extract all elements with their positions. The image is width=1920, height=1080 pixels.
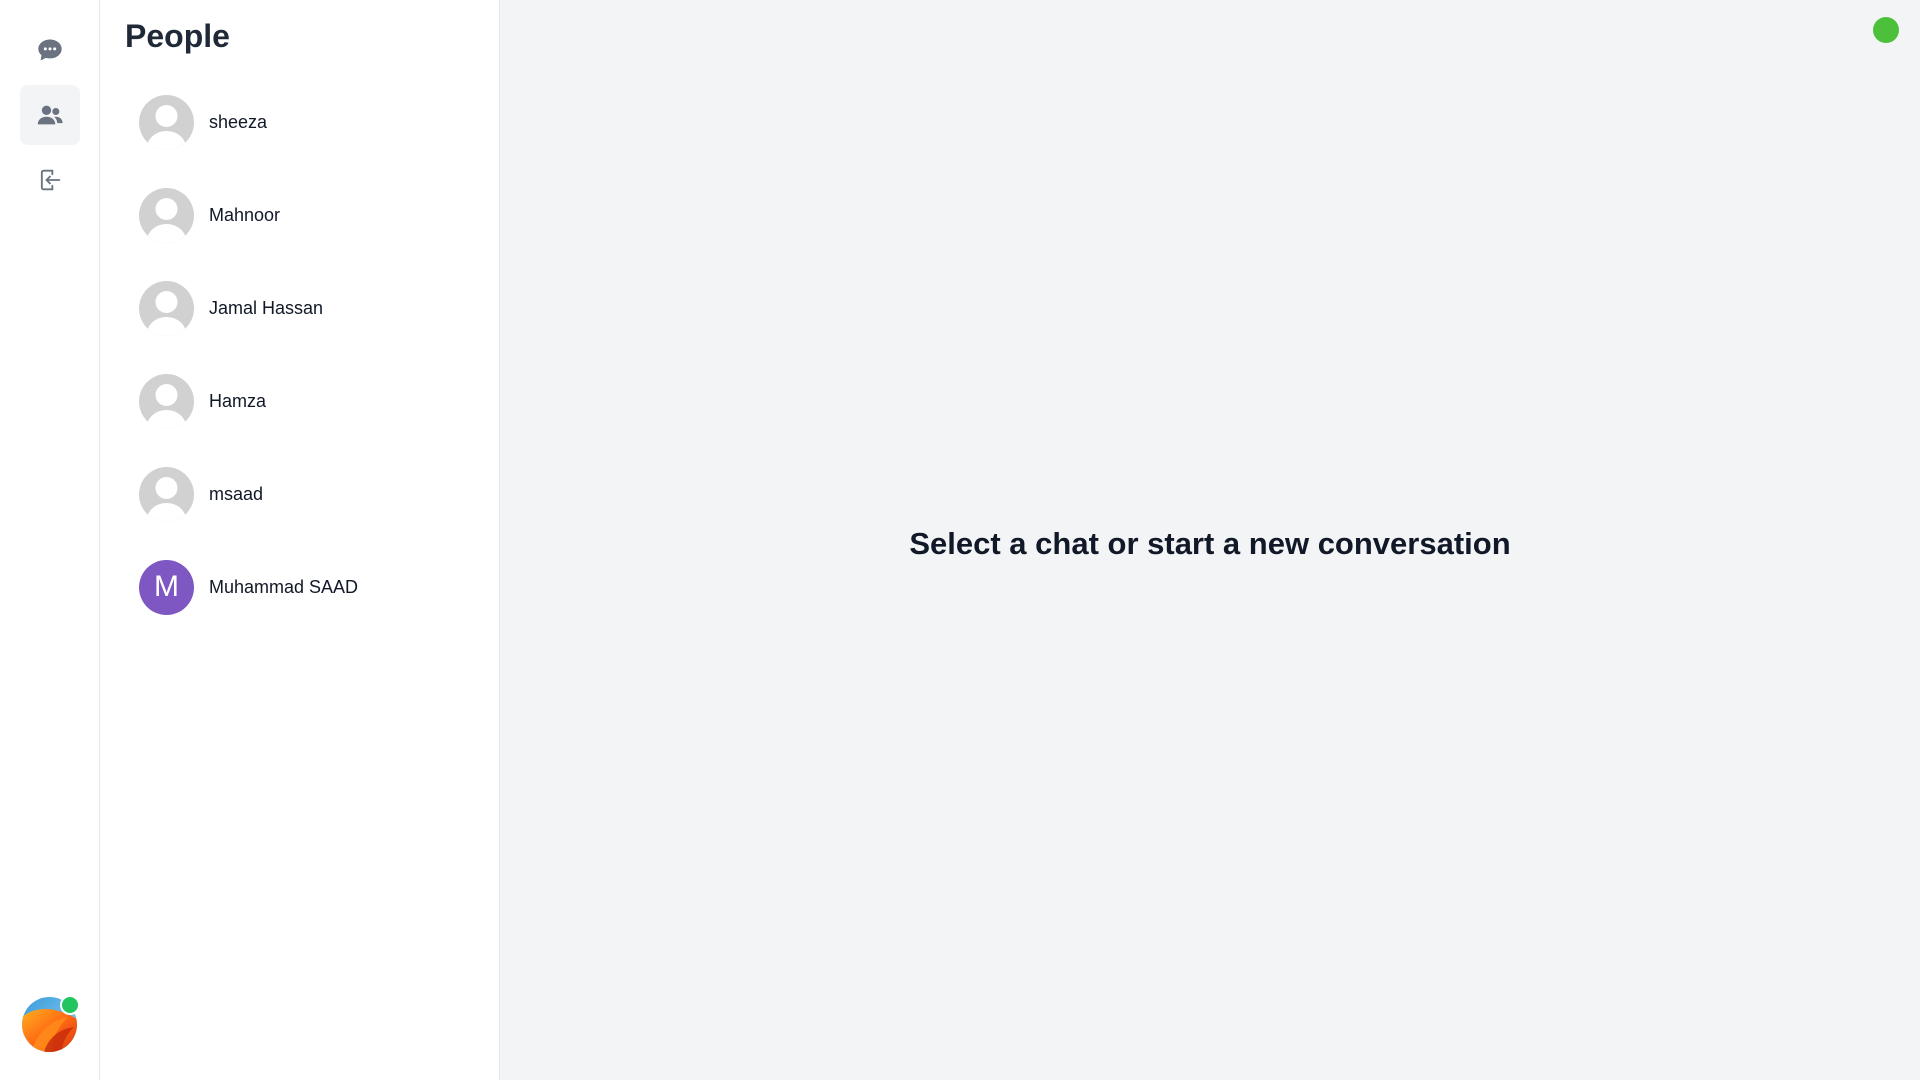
icon-rail bbox=[0, 0, 100, 1080]
connection-status-dot bbox=[1873, 17, 1899, 43]
letter-avatar: M bbox=[139, 559, 194, 615]
person-name: Muhammad SAAD bbox=[209, 576, 359, 597]
people-panel: People sheeza Mahnoor Jamal Hassan Hamza… bbox=[100, 0, 500, 1080]
logout-icon bbox=[40, 169, 61, 191]
people-nav-button[interactable] bbox=[20, 85, 80, 145]
chat-bubble-icon bbox=[38, 39, 62, 61]
default-user-icon bbox=[139, 466, 194, 522]
current-user-avatar[interactable] bbox=[22, 995, 80, 1052]
online-status-dot bbox=[60, 995, 80, 1015]
person-item-jamal-hassan[interactable]: Jamal Hassan bbox=[116, 270, 476, 346]
person-item-mahnoor[interactable]: Mahnoor bbox=[116, 177, 476, 253]
person-item-msaad[interactable]: msaad bbox=[116, 456, 476, 532]
person-item-hamza[interactable]: Hamza bbox=[116, 363, 476, 439]
conversation-area: Select a chat or start a new conversatio… bbox=[500, 0, 1920, 1080]
users-icon bbox=[37, 105, 63, 125]
default-user-icon bbox=[139, 373, 194, 429]
default-user-icon bbox=[139, 187, 194, 243]
person-item-sheeza[interactable]: sheeza bbox=[116, 84, 476, 160]
chat-app: People sheeza Mahnoor Jamal Hassan Hamza… bbox=[0, 0, 1920, 1080]
person-name: sheeza bbox=[209, 111, 268, 132]
person-item-muhammad-saad[interactable]: M Muhammad SAAD bbox=[116, 549, 476, 625]
chats-nav-button[interactable] bbox=[20, 20, 80, 80]
person-name: Hamza bbox=[209, 390, 267, 411]
default-user-icon bbox=[139, 280, 194, 336]
default-user-icon bbox=[139, 94, 194, 150]
person-name: Jamal Hassan bbox=[209, 297, 324, 318]
person-name: Mahnoor bbox=[209, 204, 281, 225]
person-name: msaad bbox=[209, 483, 264, 504]
people-title: People bbox=[125, 18, 230, 54]
logout-nav-button[interactable] bbox=[20, 150, 80, 210]
empty-state-message: Select a chat or start a new conversatio… bbox=[909, 526, 1511, 561]
